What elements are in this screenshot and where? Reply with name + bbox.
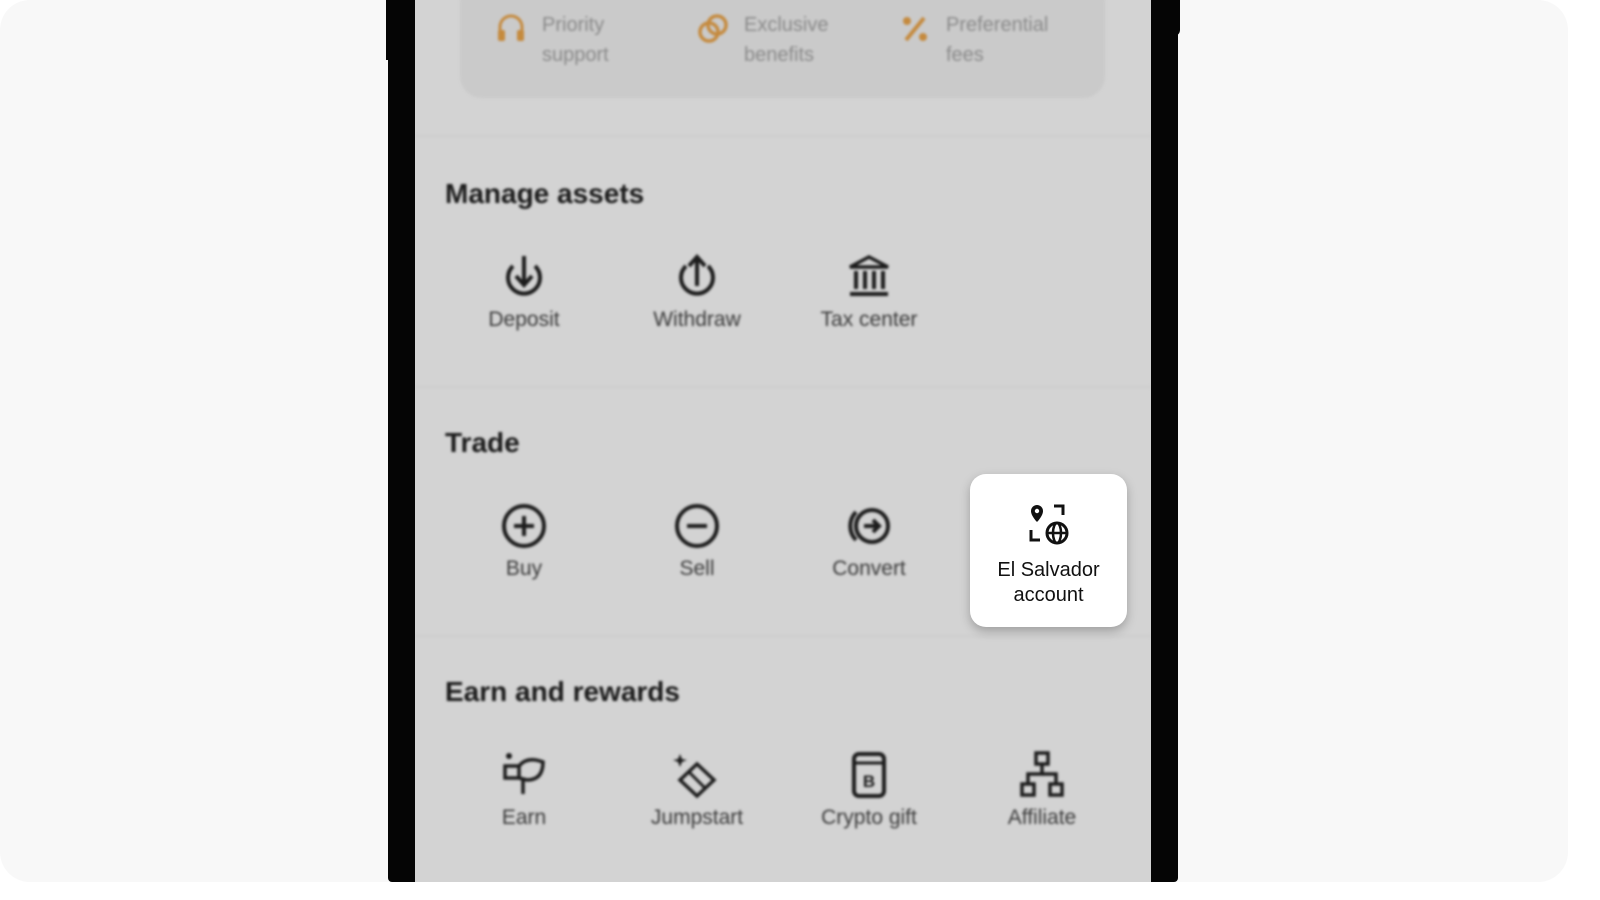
location-globe-icon — [1029, 504, 1068, 545]
el-salvador-account-label: El Salvador account — [970, 558, 1127, 608]
grid-item-label: Earn — [501, 806, 547, 829]
deposit-icon — [506, 256, 542, 296]
dimmed-content: Priority support Exclusive benefits Pref… — [415, 0, 1151, 882]
grid-item-label: Crypto gift — [821, 806, 917, 829]
earn-icon — [503, 753, 545, 794]
grid-item-tax-center[interactable]: Tax center — [789, 252, 949, 332]
withdraw-icon — [679, 253, 715, 296]
grid-item-earn[interactable]: Earn — [444, 750, 604, 830]
grid-item-deposit[interactable]: Deposit — [444, 252, 604, 332]
phone-screen: Priority support Exclusive benefits Pref… — [415, 0, 1151, 882]
section-divider — [415, 135, 1151, 137]
label-line-1: El Salvador — [997, 559, 1100, 581]
vip-item-label: Preferential fees — [946, 14, 1049, 66]
grid-item-label: Convert — [832, 557, 906, 580]
gift-card-icon: B — [852, 752, 886, 798]
svg-text:B: B — [863, 772, 875, 791]
vip-benefits-card: Priority support Exclusive benefits Pref… — [460, 0, 1105, 98]
grid-item-label: Buy — [505, 557, 543, 580]
grid-item-label: Deposit — [488, 308, 560, 331]
grid-item-withdraw[interactable]: Withdraw — [617, 252, 777, 332]
vip-item-label: Priority support — [542, 14, 609, 66]
minus-circle-icon — [675, 504, 719, 548]
grid-item-convert[interactable]: Convert — [789, 501, 949, 581]
headset-icon — [498, 14, 524, 41]
convert-icon — [848, 508, 890, 544]
section-divider — [415, 386, 1151, 388]
label-line-2: account — [1013, 584, 1084, 606]
percent-icon — [903, 16, 927, 42]
coins-icon — [698, 14, 728, 43]
section-divider — [415, 635, 1151, 637]
jumpstart-icon — [673, 754, 717, 799]
plus-circle-icon — [502, 504, 546, 548]
affiliate-icon — [1020, 751, 1064, 797]
grid-item-sell[interactable]: Sell — [617, 501, 777, 581]
grid-item-label: Withdraw — [653, 308, 741, 331]
el-salvador-account-button[interactable]: El Salvador account — [970, 474, 1127, 627]
bank-icon — [849, 255, 889, 296]
grid-item-affiliate[interactable]: Affiliate — [962, 750, 1122, 830]
grid-item-buy[interactable]: Buy — [444, 501, 604, 581]
section-title-manage-assets: Manage assets — [445, 178, 645, 209]
grid-item-crypto-gift[interactable]: B Crypto gift — [789, 750, 949, 830]
grid-item-label: Jumpstart — [650, 806, 744, 829]
grid-item-jumpstart[interactable]: Jumpstart — [617, 750, 777, 830]
grid-item-label: Tax center — [820, 308, 918, 331]
vip-item-priority-support[interactable]: Priority support — [494, 10, 652, 70]
grid-item-label: Affiliate — [1007, 806, 1077, 829]
vip-item-exclusive-benefits[interactable]: Exclusive benefits — [696, 10, 854, 70]
grid-item-label: Sell — [679, 557, 715, 580]
vip-item-preferential-fees[interactable]: Preferential fees — [898, 10, 1056, 70]
section-title-trade: Trade — [445, 427, 520, 458]
vip-item-label: Exclusive benefits — [744, 14, 829, 66]
section-title-earn-and-rewards: Earn and rewards — [445, 676, 680, 707]
